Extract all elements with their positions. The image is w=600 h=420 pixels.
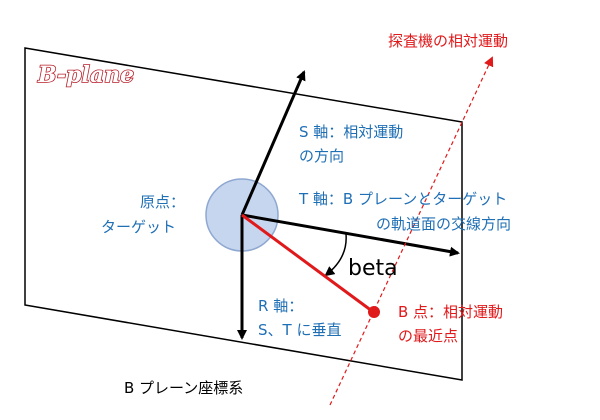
diagram-stage: B-plane 探査機の相対運動 S 軸：相対運動 の方向 T 軸：B プレーン… [0,0,600,420]
r-axis-label-line1: R 軸： [258,297,303,315]
origin-label-line1: 原点： [140,193,185,211]
beta-label: beta [348,256,398,281]
plane-title: B-plane [37,62,134,88]
t-axis-label-line2: の軌道面の交線方向 [376,215,511,233]
t-axis-label-line1: T 軸：B プレーンとターゲット [298,190,507,208]
b-point-label-line1: B 点：相対運動 [398,303,503,321]
r-axis-label-line2: S、T に垂直 [258,321,341,339]
s-axis-label-line1: S 軸：相対運動 [299,123,403,141]
origin-label-line2: ターゲット [101,218,176,236]
b-plane-diagram: B-plane 探査機の相対運動 S 軸：相対運動 の方向 T 軸：B プレーン… [24,32,511,406]
b-point-label-line2: の最近点 [398,327,458,345]
b-point-dot [368,306,380,318]
caption: B プレーン座標系 [124,379,243,397]
spacecraft-motion-label: 探査機の相対運動 [388,32,508,50]
s-axis-label-line2: の方向 [299,147,344,165]
